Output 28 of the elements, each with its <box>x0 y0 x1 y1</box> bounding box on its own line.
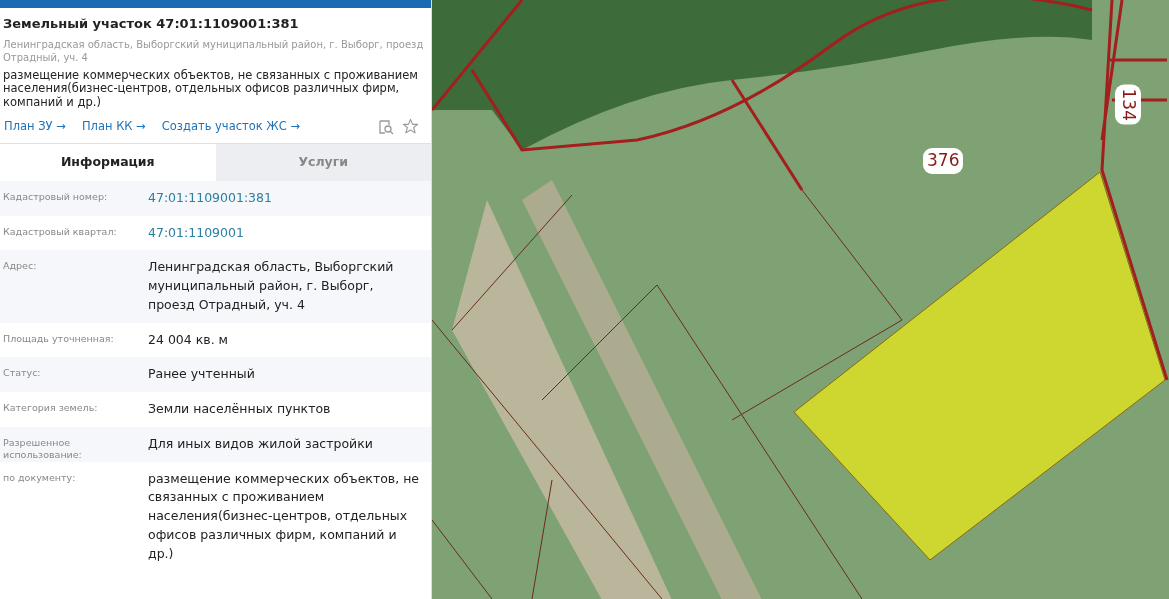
field-value: Ранее учтенный <box>147 365 256 384</box>
document-search-icon[interactable] <box>378 118 394 135</box>
plan-link[interactable]: План ЗУ → <box>4 117 66 136</box>
field-label: по документу: <box>2 470 77 485</box>
satellite-map-drawing[interactable] <box>432 0 1169 599</box>
parcel-number: 376 <box>923 148 964 174</box>
tab[interactable]: Услуги <box>215 144 431 181</box>
field-label: Адрес: <box>2 259 38 274</box>
field-value: Земли населённых пунктов <box>147 400 332 419</box>
parcel-address: Ленинградская область, Выборгский муниципальный район, г. Выборг, проезд Отрадный, уч. 4 <box>2 37 425 64</box>
parcel-purpose: размещение коммерческих объектов, не связанных с проживанием населения(бизнес-центров, отдельных офисов различных фирм, компаний и др.) <box>2 66 419 110</box>
field-label: Кадастровый номер: <box>2 189 109 204</box>
field-value: 24 004 кв. м <box>147 330 229 349</box>
field-label: Площадь уточненная: <box>2 331 115 346</box>
field-label: Кадастровый квартал: <box>2 224 118 239</box>
field-value: размещение коммерческих объектов, не связанных с проживанием населения(бизнес-центров, отдельных офисов различных фирм, компаний и др.) <box>147 469 420 563</box>
star-icon[interactable] <box>402 118 419 135</box>
field-label: Разрешенное использование: <box>2 435 83 462</box>
plan-link[interactable]: План КК → <box>81 117 146 136</box>
plan-link[interactable]: Создать участок ЖС → <box>161 117 301 136</box>
field-label: Статус: <box>2 366 42 381</box>
field-label: Категория земель: <box>2 401 99 416</box>
field-link[interactable]: 47:01:1109001 <box>145 215 252 251</box>
parcel-title: Земельный участок 47:01:1109001:381 <box>2 15 300 33</box>
field-value: Для иных видов жилой застройки <box>147 434 374 453</box>
parcel-number: 134 <box>1115 84 1141 125</box>
field-link[interactable]: 47:01:1109001:381 <box>145 180 280 216</box>
field-value: Ленинградская область, Выборгский муниципальный район, г. Выборг, проезд Отрадный, уч. 4 <box>147 258 395 314</box>
